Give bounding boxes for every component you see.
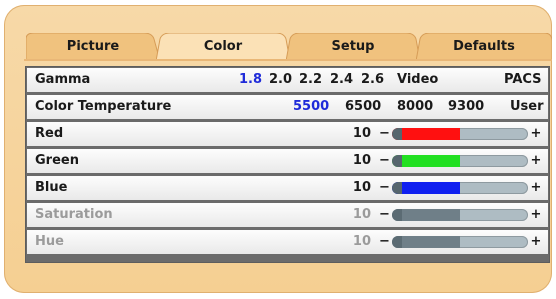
gamma-option-1-8[interactable]: 1.8 — [239, 68, 262, 92]
gamma-option-2-0[interactable]: 2.0 — [269, 68, 292, 92]
slider-label: Saturation — [35, 207, 113, 222]
tab-picture[interactable]: Picture — [26, 33, 160, 61]
tab-color[interactable]: Color — [156, 33, 290, 61]
tab-bar: Picture Color Setup Defaults — [26, 33, 552, 61]
color-temperature-row: Color Temperature 5500 6500 8000 9300 Us… — [27, 95, 548, 119]
tab-picture-label: Picture — [66, 39, 120, 54]
slider-track[interactable] — [392, 155, 528, 167]
slider-track[interactable] — [392, 236, 528, 248]
slider-track[interactable] — [392, 209, 528, 221]
slider-value: 10 — [352, 180, 371, 195]
slider-label: Green — [35, 153, 79, 168]
slider-knob[interactable] — [392, 182, 402, 194]
slider-row-green: Green 10 − + — [27, 149, 548, 173]
slider-label: Red — [35, 126, 64, 141]
gamma-option-2-2[interactable]: 2.2 — [299, 68, 322, 92]
tab-defaults-label: Defaults — [453, 39, 515, 54]
color-temp-option-5500[interactable]: 5500 — [293, 95, 329, 119]
settings-list: Gamma 1.8 2.0 2.2 2.4 2.6 Video PACS Col… — [25, 66, 550, 263]
slider-fill — [392, 128, 460, 140]
gamma-option-2-4[interactable]: 2.4 — [330, 68, 353, 92]
decrease-button[interactable]: − — [379, 122, 390, 146]
color-temperature-label: Color Temperature — [35, 99, 172, 114]
slider-fill — [392, 209, 460, 221]
slider-label: Blue — [35, 180, 68, 195]
tab-divider — [24, 59, 552, 61]
slider-fill — [392, 236, 460, 248]
gamma-option-video[interactable]: Video — [397, 68, 438, 92]
slider-label: Hue — [35, 234, 64, 249]
slider-row-saturation: Saturation 10 − + — [27, 203, 548, 227]
tab-setup[interactable]: Setup — [286, 33, 420, 61]
slider-track[interactable] — [392, 128, 528, 140]
slider-row-hue: Hue 10 − + — [27, 230, 548, 254]
gamma-label: Gamma — [35, 72, 91, 87]
slider-row-blue: Blue 10 − + — [27, 176, 548, 200]
slider-value: 10 — [352, 126, 371, 141]
slider-value: 10 — [352, 234, 371, 249]
slider-track[interactable] — [392, 182, 528, 194]
slider-value: 10 — [352, 207, 371, 222]
slider-knob[interactable] — [392, 128, 402, 140]
gamma-row: Gamma 1.8 2.0 2.2 2.4 2.6 Video PACS — [27, 68, 548, 92]
slider-fill — [392, 182, 460, 194]
decrease-button[interactable]: − — [379, 149, 390, 173]
increase-button[interactable]: + — [530, 176, 542, 200]
increase-button[interactable]: + — [530, 149, 542, 173]
increase-button[interactable]: + — [530, 230, 542, 254]
slider-row-red: Red 10 − + — [27, 122, 548, 146]
decrease-button[interactable]: − — [379, 230, 390, 254]
color-temp-option-8000[interactable]: 8000 — [397, 95, 433, 119]
slider-knob[interactable] — [392, 236, 402, 248]
color-temp-option-user[interactable]: User — [510, 95, 544, 119]
color-temp-option-9300[interactable]: 9300 — [448, 95, 484, 119]
color-temp-option-6500[interactable]: 6500 — [345, 95, 381, 119]
tab-setup-label: Setup — [331, 39, 375, 54]
tab-color-label: Color — [203, 39, 243, 54]
slider-knob[interactable] — [392, 155, 402, 167]
gamma-option-2-6[interactable]: 2.6 — [361, 68, 384, 92]
tab-defaults[interactable]: Defaults — [416, 33, 552, 61]
gamma-option-pacs[interactable]: PACS — [504, 68, 542, 92]
slider-fill — [392, 155, 460, 167]
decrease-button[interactable]: − — [379, 176, 390, 200]
slider-value: 10 — [352, 153, 371, 168]
slider-knob[interactable] — [392, 209, 402, 221]
decrease-button[interactable]: − — [379, 203, 390, 227]
increase-button[interactable]: + — [530, 203, 542, 227]
increase-button[interactable]: + — [530, 122, 542, 146]
